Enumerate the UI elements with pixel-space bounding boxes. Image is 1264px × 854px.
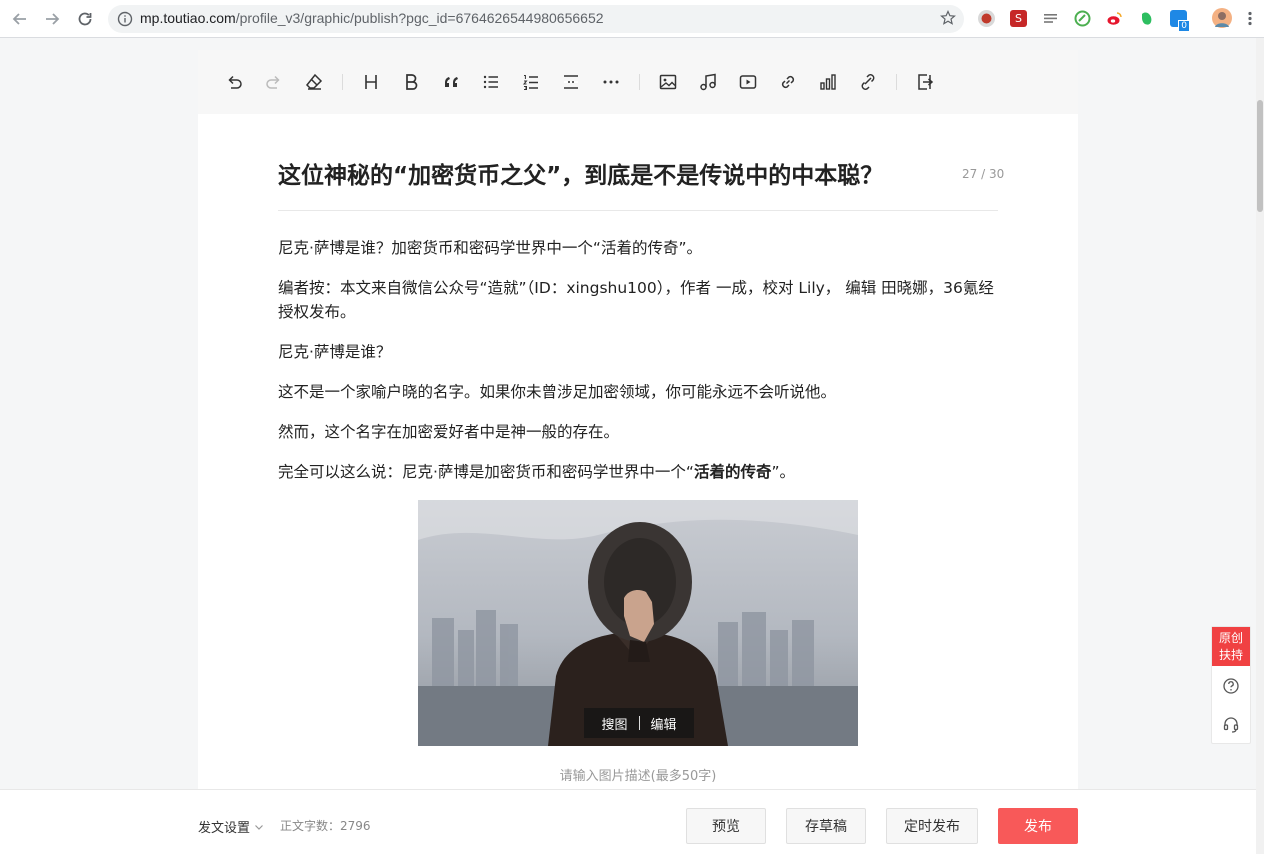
import-icon[interactable]	[913, 70, 937, 94]
forward-icon[interactable]	[41, 8, 63, 30]
url-text: mp.toutiao.com/profile_v3/graphic/publis…	[140, 10, 604, 26]
image-icon[interactable]	[656, 70, 680, 94]
help-icon[interactable]	[1222, 677, 1240, 695]
paragraph-4[interactable]: 这不是一个家喻户晓的名字。如果你未曾涉足加密领域，你可能永远不会听说他。	[278, 380, 998, 404]
info-icon[interactable]	[117, 11, 133, 31]
image-caption-input[interactable]: 请输入图片描述(最多50字)	[198, 765, 1078, 784]
floating-helper: 原创 扶持	[1211, 626, 1251, 744]
image-search-button[interactable]: 搜图	[601, 714, 627, 733]
word-count: 正文字数：2796	[280, 819, 371, 833]
redo-icon[interactable]	[262, 70, 286, 94]
page-scrollbar[interactable]	[1256, 38, 1264, 854]
music-icon[interactable]	[696, 70, 720, 94]
publish-bar: 发文设置 正文字数：2796 预览 存草稿 定时发布 发布	[0, 789, 1256, 854]
paragraph-3[interactable]: 尼克·萨博是谁？	[278, 340, 998, 364]
save-draft-button[interactable]: 存草稿	[786, 808, 866, 844]
red-s-extension-icon[interactable]: S	[1010, 10, 1027, 27]
heading-icon[interactable]	[359, 70, 383, 94]
original-support-tag[interactable]: 原创 扶持	[1212, 627, 1250, 666]
paragraph-6-end: ”。	[771, 463, 796, 481]
chevron-down-icon	[255, 824, 263, 830]
publish-settings-label: 发文设置	[198, 821, 251, 836]
address-bar[interactable]: mp.toutiao.com/profile_v3/graphic/publis…	[108, 5, 964, 33]
preview-button[interactable]: 预览	[686, 808, 766, 844]
bookmark-star-icon[interactable]	[940, 10, 956, 30]
video-icon[interactable]	[736, 70, 760, 94]
record-extension-icon[interactable]	[978, 10, 995, 27]
url-path: /profile_v3/graphic/publish?pgc_id=67646…	[235, 10, 604, 26]
extension-badge-count: 0	[1178, 20, 1190, 32]
undo-icon[interactable]	[222, 70, 246, 94]
clear-format-icon[interactable]	[302, 70, 326, 94]
browser-menu-icon[interactable]	[1247, 10, 1253, 27]
more-icon[interactable]	[599, 70, 623, 94]
toolbar-divider	[896, 74, 897, 90]
bullet-list-icon[interactable]	[479, 70, 503, 94]
image-toolbar: 搜图 编辑	[584, 708, 694, 738]
paragraph-6[interactable]: 完全可以这么说：尼克·萨博是加密货币和密码学世界中一个“活着的传奇”。	[278, 460, 998, 484]
schedule-publish-button[interactable]: 定时发布	[886, 808, 978, 844]
publish-settings-dropdown[interactable]: 发文设置	[198, 817, 264, 836]
badge-extension-icon[interactable]: 0	[1170, 10, 1190, 32]
title-divider	[278, 210, 998, 211]
green-circle-extension-icon[interactable]	[1074, 10, 1091, 27]
chart-icon[interactable]	[816, 70, 840, 94]
publish-button[interactable]: 发布	[998, 808, 1078, 844]
url-host: mp.toutiao.com	[140, 10, 236, 26]
browser-toolbar: mp.toutiao.com/profile_v3/graphic/publis…	[0, 0, 1264, 38]
ordered-list-icon[interactable]	[519, 70, 543, 94]
link-2-icon[interactable]	[856, 70, 880, 94]
editor-toolbar	[198, 50, 1078, 114]
quote-icon[interactable]	[439, 70, 463, 94]
weibo-extension-icon[interactable]	[1106, 10, 1123, 27]
back-icon[interactable]	[9, 8, 31, 30]
paragraph-6-text: 完全可以这么说：尼克·萨博是加密货币和密码学世界中一个“	[278, 463, 694, 481]
evernote-extension-icon[interactable]	[1138, 10, 1155, 27]
paragraph-5[interactable]: 然而，这个名字在加密爱好者中是神一般的存在。	[278, 420, 998, 444]
reload-icon[interactable]	[74, 8, 96, 30]
divider-icon[interactable]	[559, 70, 583, 94]
reader-extension-icon[interactable]	[1042, 10, 1059, 27]
image-toolbar-divider	[638, 716, 640, 730]
original-support-line2: 扶持	[1218, 648, 1243, 662]
editor-card: 这位神秘的“加密货币之父”，到底是不是传说中的中本聪？ 27 / 30 尼克·萨…	[198, 50, 1078, 854]
paragraph-6-bold: 活着的传奇	[693, 463, 772, 481]
customer-service-icon[interactable]	[1222, 716, 1240, 734]
article-title-input[interactable]: 这位神秘的“加密货币之父”，到底是不是传说中的中本聪？	[278, 156, 883, 190]
bold-icon[interactable]	[399, 70, 423, 94]
user-avatar[interactable]	[1212, 8, 1232, 28]
title-char-count: 27 / 30	[962, 167, 1005, 181]
link-icon[interactable]	[776, 70, 800, 94]
scrollbar-thumb[interactable]	[1257, 100, 1263, 212]
toolbar-divider	[639, 74, 640, 90]
image-edit-button[interactable]: 编辑	[651, 714, 677, 733]
paragraph-1[interactable]: 尼克·萨博是谁？加密货币和密码学世界中一个“活着的传奇”。	[278, 236, 998, 260]
toolbar-divider	[342, 74, 343, 90]
original-support-line1: 原创	[1218, 631, 1243, 645]
paragraph-2[interactable]: 编者按：本文来自微信公众号“造就”（ID：xingshu100），作者 一成，校…	[278, 276, 998, 324]
